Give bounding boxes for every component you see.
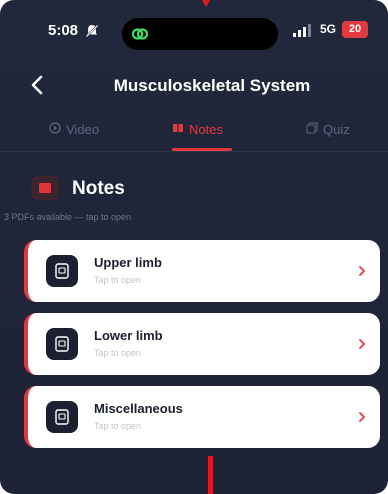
notes-section-icon [31, 176, 59, 200]
note-card-upper-limb[interactable]: Upper limb Tap to open [24, 240, 380, 302]
page-title: Musculoskeletal System [113, 76, 311, 95]
note-name: Miscellaneous [94, 401, 183, 416]
dynamic-island [122, 18, 278, 50]
tab-quiz-label: Quiz [323, 122, 350, 137]
chevron-right-icon [357, 410, 367, 424]
link-chain-icon [130, 24, 150, 44]
section-title: Notes [72, 178, 125, 199]
network-type: 5G [320, 22, 337, 36]
tab-notes[interactable]: Notes [172, 122, 223, 137]
section-subtitle: 3 PDFs available — tap to open [4, 212, 132, 222]
status-bar: 5:08 5G 20 [0, 12, 388, 56]
note-name: Upper limb [94, 255, 162, 270]
top-marker-icon [202, 0, 210, 7]
status-time: 5:08 [48, 22, 79, 39]
active-tab-indicator [172, 148, 232, 151]
tab-bar: Video Notes Quiz [0, 114, 388, 152]
note-card-miscellaneous[interactable]: Miscellaneous Tap to open [24, 386, 380, 448]
quiz-icon [306, 122, 318, 137]
nav-header: Musculoskeletal System [0, 64, 388, 108]
note-hint: Tap to open [94, 348, 142, 358]
play-circle-icon [49, 122, 61, 137]
pdf-document-icon [46, 255, 78, 287]
note-hint: Tap to open [94, 421, 142, 431]
pdf-document-icon [46, 401, 78, 433]
bottom-marker [208, 456, 213, 494]
signal-icon [293, 24, 317, 38]
note-card-lower-limb[interactable]: Lower limb Tap to open [24, 313, 380, 375]
bell-muted-icon [84, 23, 100, 39]
note-name: Lower limb [94, 328, 163, 343]
chevron-right-icon [357, 264, 367, 278]
pdf-document-icon [46, 328, 78, 360]
note-hint: Tap to open [94, 275, 142, 285]
tab-quiz[interactable]: Quiz [306, 122, 350, 137]
tab-video[interactable]: Video [49, 122, 99, 137]
tab-notes-label: Notes [189, 122, 223, 137]
app-screen: 5:08 5G 20 Musculoskeletal System Video … [0, 0, 388, 494]
battery-indicator: 20 [342, 21, 368, 38]
chevron-right-icon [357, 337, 367, 351]
tab-video-label: Video [66, 122, 100, 137]
notes-icon [172, 122, 184, 137]
